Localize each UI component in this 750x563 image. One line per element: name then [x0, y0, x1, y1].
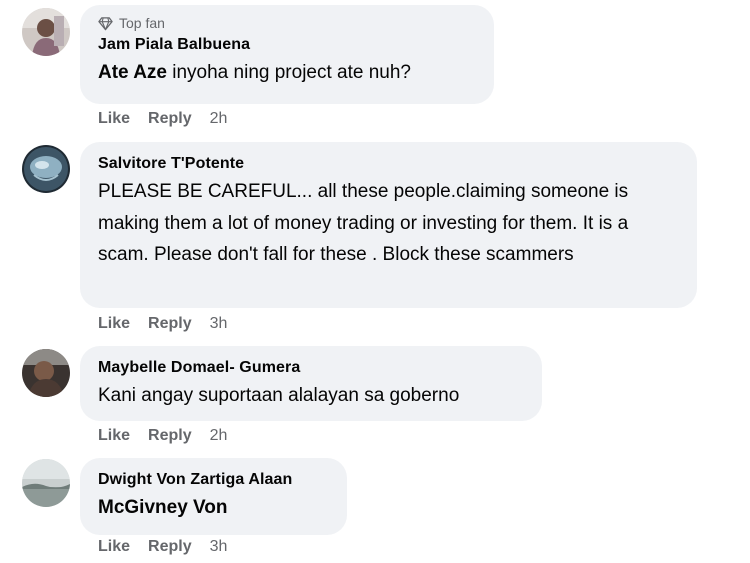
diamond-icon: [98, 16, 113, 30]
comment-bubble: Salvitore T'Potente PLEASE BE CAREFUL...…: [80, 142, 697, 308]
like-button[interactable]: Like: [98, 538, 130, 556]
reply-button[interactable]: Reply: [148, 427, 192, 445]
reply-button[interactable]: Reply: [148, 315, 192, 333]
timestamp[interactable]: 2h: [210, 427, 228, 445]
like-button[interactable]: Like: [98, 427, 130, 445]
comment-bubble: Maybelle Domael- Gumera Kani angay supor…: [80, 346, 542, 421]
reply-button[interactable]: Reply: [148, 538, 192, 556]
comment-bubble: Dwight Von Zartiga Alaan McGivney Von: [80, 458, 347, 535]
timestamp[interactable]: 2h: [210, 110, 228, 128]
comment-author[interactable]: Salvitore T'Potente: [98, 154, 679, 174]
comment-actions: Like Reply 2h: [98, 110, 227, 128]
mention-link[interactable]: Ate Aze: [98, 62, 167, 83]
comment-author[interactable]: Dwight Von Zartiga Alaan: [98, 470, 329, 490]
avatar[interactable]: [22, 349, 70, 397]
comment-text-body: inyoha ning project ate nuh?: [166, 62, 411, 83]
badge-label: Top fan: [119, 15, 165, 31]
reply-button[interactable]: Reply: [148, 110, 192, 128]
comment-text: PLEASE BE CAREFUL... all these people.cl…: [98, 181, 629, 265]
comment-author[interactable]: Jam Piala Balbuena: [98, 35, 476, 55]
timestamp[interactable]: 3h: [210, 538, 228, 556]
top-fan-badge[interactable]: Top fan: [98, 14, 476, 32]
comment-text: Ate Aze inyoha ning project ate nuh?: [98, 57, 476, 88]
comment-bubble: Top fan Jam Piala Balbuena Ate Aze inyoh…: [80, 5, 494, 104]
mention-link[interactable]: McGivney Von: [98, 497, 228, 518]
comment-actions: Like Reply 2h: [98, 427, 227, 445]
comment-actions: Like Reply 3h: [98, 538, 227, 556]
comment-author[interactable]: Maybelle Domael- Gumera: [98, 358, 524, 378]
comment-text: McGivney Von: [98, 492, 329, 523]
avatar[interactable]: [22, 459, 70, 507]
comment-actions: Like Reply 3h: [98, 315, 227, 333]
avatar[interactable]: [22, 8, 70, 56]
like-button[interactable]: Like: [98, 110, 130, 128]
comment-text: Kani angay suportaan alalayan sa goberno: [98, 385, 460, 406]
timestamp[interactable]: 3h: [210, 315, 228, 333]
avatar[interactable]: [22, 145, 70, 193]
like-button[interactable]: Like: [98, 315, 130, 333]
